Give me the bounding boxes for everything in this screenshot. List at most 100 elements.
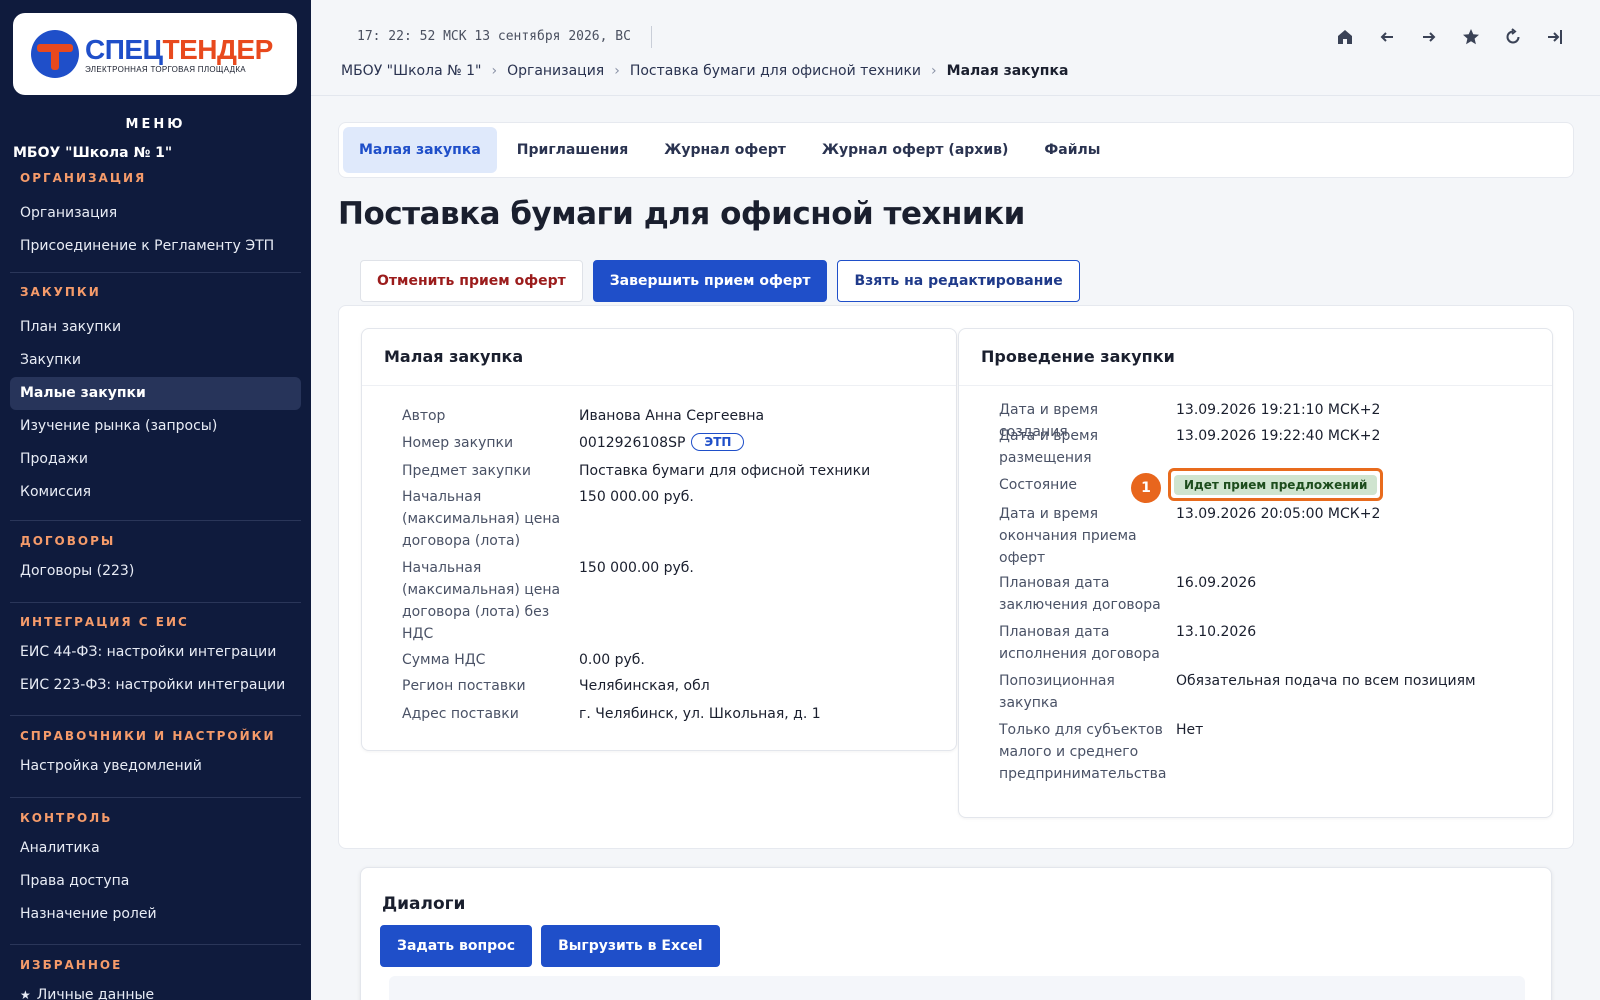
details-card: Малая закупка Автор Иванова Анна Сергеев… bbox=[338, 305, 1574, 849]
detail-value: 13.09.2026 20:05:00 МСК+2 bbox=[1176, 506, 1381, 522]
sidebar-item-access-rights[interactable]: Права доступа bbox=[0, 865, 311, 898]
panel-title: Проведение закупки bbox=[981, 347, 1175, 366]
sidebar-divider bbox=[10, 520, 301, 521]
export-excel-button[interactable]: Выгрузить в Excel bbox=[541, 925, 720, 967]
logout-icon[interactable] bbox=[1544, 26, 1566, 48]
sidebar: СПЕЦТЕНДЕР ЭЛЕКТРОННАЯ ТОРГОВАЯ ПЛОЩАДКА… bbox=[0, 0, 311, 1000]
sidebar-divider bbox=[10, 944, 301, 945]
refresh-icon[interactable] bbox=[1502, 26, 1524, 48]
star-icon[interactable] bbox=[1460, 26, 1482, 48]
detail-value: 13.10.2026 bbox=[1176, 624, 1257, 640]
sidebar-section-contracts: ДОГОВОРЫ Договоры (223) bbox=[0, 530, 311, 588]
detail-value: 150 000.00 руб. bbox=[579, 489, 694, 505]
detail-label: Плановая дата исполнения договора bbox=[999, 624, 1160, 662]
tabs-bar: Малая закупка Приглашения Журнал оферт Ж… bbox=[338, 122, 1574, 178]
sidebar-item-purchases[interactable]: Закупки bbox=[0, 344, 311, 377]
detail-value: Нет bbox=[1176, 722, 1204, 738]
sidebar-section-organization: ОРГАНИЗАЦИЯ Организация Присоединение к … bbox=[0, 167, 311, 263]
sidebar-item-eis-223[interactable]: ЕИС 223-ФЗ: настройки интеграции bbox=[0, 669, 311, 702]
breadcrumb-separator: › bbox=[614, 63, 620, 79]
detail-value: 0.00 руб. bbox=[579, 652, 645, 668]
breadcrumb-current: Малая закупка bbox=[946, 63, 1069, 79]
take-for-edit-button[interactable]: Взять на редактирование bbox=[837, 260, 1080, 302]
detail-value: Челябинская, обл bbox=[579, 678, 710, 694]
sidebar-section-title: СПРАВОЧНИКИ И НАСТРОЙКИ bbox=[20, 729, 276, 743]
detail-label: Попозиционная закупка bbox=[999, 673, 1115, 711]
star-icon: ★ bbox=[20, 988, 31, 1000]
arrow-right-icon[interactable] bbox=[1418, 26, 1440, 48]
sidebar-item-commission[interactable]: Комиссия bbox=[0, 476, 311, 509]
tab-offers-archive[interactable]: Журнал оферт (архив) bbox=[806, 127, 1025, 173]
tab-small-purchase[interactable]: Малая закупка bbox=[343, 127, 497, 173]
menu-heading: МЕНЮ bbox=[125, 117, 186, 132]
sidebar-section-settings: СПРАВОЧНИКИ И НАСТРОЙКИ Настройка уведом… bbox=[0, 725, 311, 783]
ask-question-button[interactable]: Задать вопрос bbox=[380, 925, 533, 967]
logo[interactable]: СПЕЦТЕНДЕР ЭЛЕКТРОННАЯ ТОРГОВАЯ ПЛОЩАДКА bbox=[13, 13, 297, 95]
detail-label: Номер закупки bbox=[402, 435, 514, 451]
panel-divider bbox=[362, 385, 956, 386]
dialogs-list bbox=[389, 976, 1525, 1000]
sidebar-item-purchase-plan[interactable]: План закупки bbox=[0, 311, 311, 344]
cancel-offers-button[interactable]: Отменить прием оферт bbox=[360, 260, 583, 302]
sidebar-item-market-research[interactable]: Изучение рынка (запросы) bbox=[0, 410, 311, 443]
conduct-panel: Проведение закупки Дата и время создания… bbox=[958, 328, 1553, 818]
sidebar-item-sales[interactable]: Продажи bbox=[0, 443, 311, 476]
status-highlight: Идет прием предложений bbox=[1168, 468, 1384, 501]
tab-offers-log[interactable]: Журнал оферт bbox=[648, 127, 802, 173]
detail-label: Начальная (максимальная) цена договора (… bbox=[402, 489, 561, 549]
detail-label: Регион поставки bbox=[402, 678, 526, 694]
detail-value: 150 000.00 руб. bbox=[579, 560, 694, 576]
sidebar-item-notifications[interactable]: Настройка уведомлений bbox=[0, 750, 311, 783]
home-icon[interactable] bbox=[1334, 26, 1356, 48]
detail-label: Только для субъектов малого и среднего п… bbox=[999, 722, 1167, 782]
sidebar-section-title: КОНТРОЛЬ bbox=[20, 811, 113, 825]
sidebar-item-eis-44[interactable]: ЕИС 44-ФЗ: настройки интеграции bbox=[0, 636, 311, 669]
detail-value: 13.09.2026 19:22:40 МСК+2 bbox=[1176, 428, 1381, 444]
sidebar-item-analytics[interactable]: Аналитика bbox=[0, 832, 311, 865]
status-badge: Идет прием предложений bbox=[1174, 475, 1378, 495]
panel-title: Малая закупка bbox=[384, 347, 524, 366]
sidebar-divider bbox=[10, 715, 301, 716]
sidebar-item-label: Личные данные bbox=[36, 987, 155, 1000]
sidebar-section-purchases: ЗАКУПКИ План закупки Закупки Малые закуп… bbox=[0, 281, 311, 509]
breadcrumb-separator: › bbox=[931, 63, 937, 79]
sidebar-item-personal-data[interactable]: ★ Личные данные bbox=[0, 979, 311, 1000]
sidebar-section-title: ОРГАНИЗАЦИЯ bbox=[20, 171, 147, 185]
sidebar-divider bbox=[10, 797, 301, 798]
purchase-panel: Малая закупка Автор Иванова Анна Сергеев… bbox=[361, 328, 957, 751]
detail-value: 16.09.2026 bbox=[1176, 575, 1257, 591]
detail-value: Поставка бумаги для офисной техники bbox=[579, 463, 871, 479]
tab-invitations[interactable]: Приглашения bbox=[501, 127, 644, 173]
detail-label: Сумма НДС bbox=[402, 652, 486, 668]
author-link[interactable]: Иванова Анна Сергеевна bbox=[579, 405, 959, 427]
panel-divider bbox=[959, 385, 1552, 386]
breadcrumb-separator: › bbox=[491, 63, 498, 79]
sidebar-item-regulation[interactable]: Присоединение к Регламенту ЭТП bbox=[0, 230, 311, 263]
detail-label: Адрес поставки bbox=[402, 706, 519, 722]
logo-mark-icon bbox=[31, 30, 79, 78]
logo-title-part1: СПЕЦ bbox=[85, 33, 163, 65]
finish-offers-button[interactable]: Завершить прием оферт bbox=[592, 260, 828, 302]
sidebar-item-roles[interactable]: Назначение ролей bbox=[0, 898, 311, 931]
callout-marker: 1 bbox=[1131, 473, 1161, 503]
sidebar-item-small-purchases[interactable]: Малые закупки bbox=[10, 377, 301, 410]
breadcrumb-item[interactable]: МБОУ "Школа № 1" bbox=[341, 63, 481, 79]
detail-label: Дата и время размещения bbox=[999, 428, 1098, 466]
sidebar-item-organization[interactable]: Организация bbox=[0, 197, 311, 230]
clock: 17: 22: 52 МСК 13 сентября 2026, ВС bbox=[357, 29, 631, 44]
page-title: Поставка бумаги для офисной техники bbox=[338, 196, 1025, 232]
sidebar-section-eis: ИНТЕГРАЦИЯ С ЕИС ЕИС 44-ФЗ: настройки ин… bbox=[0, 611, 311, 702]
purchase-number: 0012926108SP bbox=[579, 435, 686, 451]
breadcrumb-item[interactable]: Поставка бумаги для офисной техники bbox=[630, 63, 921, 79]
tab-files[interactable]: Файлы bbox=[1028, 127, 1116, 173]
detail-label: Автор bbox=[402, 408, 446, 424]
sidebar-divider bbox=[10, 272, 301, 273]
sidebar-item-contracts-223[interactable]: Договоры (223) bbox=[0, 555, 311, 588]
dialogs-card: Диалоги Задать вопрос Выгрузить в Excel bbox=[360, 867, 1552, 1000]
detail-value: 13.09.2026 19:21:10 МСК+2 bbox=[1176, 402, 1381, 418]
arrow-left-icon[interactable] bbox=[1376, 26, 1398, 48]
detail-value: г. Челябинск, ул. Школьная, д. 1 bbox=[579, 706, 821, 722]
sidebar-org-name: МБОУ "Школа № 1" bbox=[13, 145, 173, 161]
breadcrumb-item[interactable]: Организация bbox=[507, 63, 604, 79]
logo-subtitle: ЭЛЕКТРОННАЯ ТОРГОВАЯ ПЛОЩАДКА bbox=[85, 64, 246, 74]
